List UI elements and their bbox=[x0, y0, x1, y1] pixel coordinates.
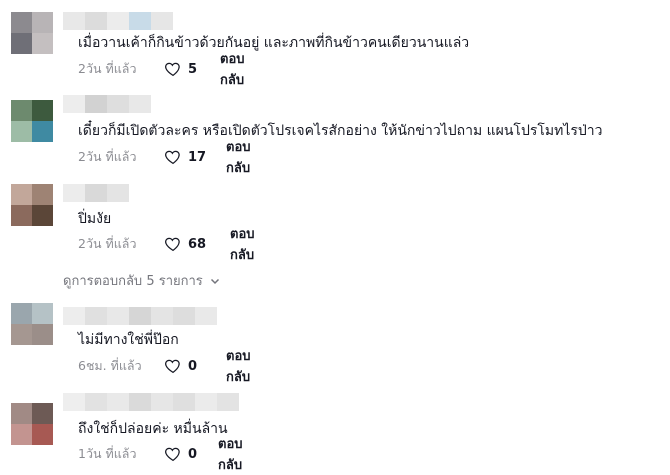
like-count: 0 bbox=[188, 446, 198, 462]
comment-meta: 6ชม. ที่แล้ว 0 ตอบกลับ bbox=[78, 349, 251, 385]
view-replies-button[interactable]: ดูการตอบกลับ 5 รายการ bbox=[63, 270, 221, 291]
comment-meta: 1วัน ที่แล้ว 0 ตอบกลับ bbox=[78, 437, 243, 473]
username-blurred[interactable] bbox=[63, 184, 129, 202]
comment-time: 2วัน ที่แล้ว bbox=[78, 236, 137, 251]
heart-icon bbox=[165, 359, 180, 374]
avatar-tile bbox=[11, 205, 32, 226]
avatar-tile bbox=[11, 324, 32, 345]
comment-meta: 2วัน ที่แล้ว 5 ตอบกลับ bbox=[78, 52, 245, 88]
avatar-tile bbox=[32, 12, 53, 33]
like-button[interactable]: 0 bbox=[164, 445, 197, 463]
avatar-tile bbox=[32, 324, 53, 345]
avatar[interactable] bbox=[11, 184, 53, 226]
like-count: 0 bbox=[188, 358, 198, 374]
comment-text: ปิ่มงัย bbox=[78, 211, 112, 227]
view-replies-label: ดูการตอบกลับ 5 รายการ bbox=[63, 274, 203, 289]
avatar[interactable] bbox=[11, 303, 53, 345]
avatar-tile bbox=[11, 184, 32, 205]
reply-button[interactable]: ตอบกลับ bbox=[226, 345, 251, 387]
avatar-tile bbox=[11, 12, 32, 33]
username-blurred[interactable] bbox=[63, 95, 151, 113]
reply-button[interactable]: ตอบกลับ bbox=[220, 48, 245, 90]
comment-time: 2วัน ที่แล้ว bbox=[78, 149, 137, 164]
avatar-tile bbox=[11, 100, 32, 121]
username-blurred[interactable] bbox=[63, 393, 239, 411]
like-button[interactable]: 0 bbox=[164, 357, 197, 375]
comment-meta: 2วัน ที่แล้ว 68 ตอบกลับ bbox=[78, 227, 255, 263]
username-blurred[interactable] bbox=[63, 307, 217, 325]
avatar-tile bbox=[32, 184, 53, 205]
avatar-tile bbox=[32, 100, 53, 121]
comment-text: ไม่มีทางใช่พี่ป๊อก bbox=[78, 332, 179, 348]
avatar-tile bbox=[32, 403, 53, 424]
avatar-tile bbox=[32, 424, 53, 445]
chevron-down-icon bbox=[210, 278, 219, 284]
like-button[interactable]: 17 bbox=[164, 148, 206, 166]
avatar-tile bbox=[11, 403, 32, 424]
heart-icon bbox=[165, 237, 180, 252]
avatar-tile bbox=[32, 303, 53, 324]
reply-button[interactable]: ตอบกลับ bbox=[226, 136, 251, 178]
comment-text: ถึงใช่ก็ปล่อยค่ะ หมื่นล้าน bbox=[78, 421, 228, 437]
avatar[interactable] bbox=[11, 100, 53, 142]
avatar-tile bbox=[11, 424, 32, 445]
like-button[interactable]: 5 bbox=[164, 60, 197, 78]
reply-button[interactable]: ตอบกลับ bbox=[230, 223, 255, 265]
avatar-tile bbox=[32, 205, 53, 226]
comment-meta: 2วัน ที่แล้ว 17 ตอบกลับ bbox=[78, 140, 251, 176]
avatar-tile bbox=[32, 33, 53, 54]
avatar-tile bbox=[32, 121, 53, 142]
comment-text: เดี๋ยวก็มีเปิดตัวละคร หรือเปิดตัวโปรเจคไ… bbox=[78, 123, 603, 139]
heart-icon bbox=[165, 62, 180, 77]
avatar-tile bbox=[11, 33, 32, 54]
heart-icon bbox=[165, 150, 180, 165]
comment-time: 6ชม. ที่แล้ว bbox=[78, 358, 142, 373]
comment-time: 1วัน ที่แล้ว bbox=[78, 446, 137, 461]
avatar[interactable] bbox=[11, 12, 53, 54]
avatar-tile bbox=[11, 303, 32, 324]
heart-icon bbox=[165, 447, 180, 462]
username-blurred[interactable] bbox=[63, 12, 173, 30]
like-button[interactable]: 68 bbox=[164, 235, 206, 253]
avatar[interactable] bbox=[11, 403, 53, 445]
like-count: 5 bbox=[188, 61, 198, 77]
like-count: 17 bbox=[188, 149, 207, 165]
comment-text: เมื่อวานเค้าก็กินข้าวด้วยกันอยู่ และภาพท… bbox=[78, 35, 470, 51]
comment-time: 2วัน ที่แล้ว bbox=[78, 61, 137, 76]
avatar-tile bbox=[11, 121, 32, 142]
like-count: 68 bbox=[188, 236, 207, 252]
